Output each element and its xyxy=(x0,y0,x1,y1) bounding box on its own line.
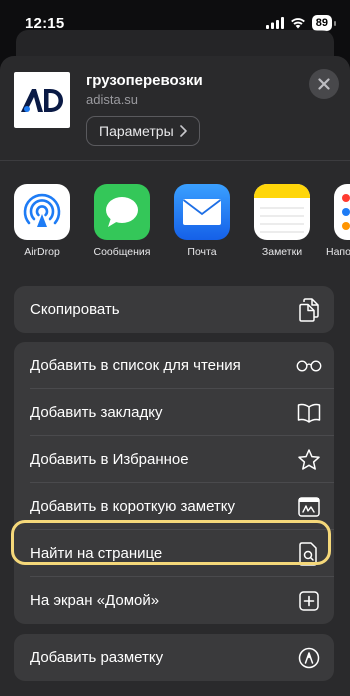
wifi-icon xyxy=(290,18,305,29)
action-reading-list[interactable]: Добавить в список для чтения xyxy=(14,342,334,389)
notes-icon xyxy=(254,184,310,240)
options-label: Параметры xyxy=(99,123,174,139)
action-label: Добавить закладку xyxy=(30,404,163,421)
action-label: На экран «Домой» xyxy=(30,592,160,609)
app-label-mail: Почта xyxy=(187,246,217,258)
quick-note-icon xyxy=(296,494,322,520)
app-messages[interactable]: Сообщения xyxy=(86,184,158,258)
share-sheet: грузоперевозки adista.su Параметры AirDr… xyxy=(0,56,350,696)
options-button[interactable]: Параметры xyxy=(86,116,200,146)
action-add-markup[interactable]: Добавить разметку xyxy=(14,634,334,681)
share-header: грузоперевозки adista.su Параметры xyxy=(0,56,350,160)
action-label: Скопировать xyxy=(30,301,120,318)
airdrop-icon xyxy=(14,184,70,240)
battery-tip xyxy=(334,20,336,26)
glasses-icon xyxy=(296,353,322,379)
action-label: Добавить в короткую заметку xyxy=(30,498,236,515)
header-divider xyxy=(0,160,350,161)
plus-square-icon xyxy=(296,588,322,614)
star-icon xyxy=(296,447,322,473)
site-logo xyxy=(14,72,70,128)
action-find-on-page[interactable]: Найти на странице xyxy=(14,530,334,577)
signal-icon xyxy=(265,17,284,29)
action-copy[interactable]: Скопировать xyxy=(14,286,334,333)
app-label-messages: Сообщения xyxy=(93,246,151,258)
close-button[interactable] xyxy=(309,69,339,99)
close-icon xyxy=(318,78,330,90)
messages-icon xyxy=(94,184,150,240)
site-title: грузоперевозки xyxy=(86,72,203,89)
app-label-notes: Заметки xyxy=(261,246,303,258)
action-add-favorites[interactable]: Добавить в Избранное xyxy=(14,436,334,483)
action-quick-note[interactable]: Добавить в короткую заметку xyxy=(14,483,334,530)
action-label: Добавить в список для чтения xyxy=(30,357,241,374)
app-airdrop[interactable]: AirDrop xyxy=(6,184,78,258)
actions-group-page: Добавить в список для чтения Добавить за… xyxy=(14,342,334,624)
app-mail[interactable]: Почта xyxy=(166,184,238,258)
action-add-to-home-screen[interactable]: На экран «Домой» xyxy=(14,577,334,624)
actions-group-markup: Добавить разметку xyxy=(14,634,334,681)
app-reminders[interactable]: Напо xyxy=(326,184,350,258)
app-label-airdrop: AirDrop xyxy=(24,246,60,258)
action-label: Найти на странице xyxy=(30,545,163,562)
actions-group-copy: Скопировать xyxy=(14,286,334,333)
battery-indicator: 89 xyxy=(311,15,332,31)
adista-logo-icon xyxy=(21,89,63,112)
find-doc-icon xyxy=(296,541,322,567)
markup-icon xyxy=(296,645,322,671)
action-add-bookmark[interactable]: Добавить закладку xyxy=(14,389,334,436)
share-apps-row: AirDrop Сообщения Почта Заметки Напо xyxy=(0,184,350,264)
app-label-reminders: Напо xyxy=(326,246,350,258)
mail-icon xyxy=(174,184,230,240)
status-icons: 89 xyxy=(265,15,336,31)
site-url: adista.su xyxy=(86,92,139,107)
copy-icon xyxy=(296,297,322,323)
book-icon xyxy=(296,400,322,426)
chevron-right-icon xyxy=(179,125,187,137)
action-label: Добавить разметку xyxy=(30,649,164,666)
action-label: Добавить в Избранное xyxy=(30,451,189,468)
app-notes[interactable]: Заметки xyxy=(246,184,318,258)
reminders-icon xyxy=(334,184,350,240)
